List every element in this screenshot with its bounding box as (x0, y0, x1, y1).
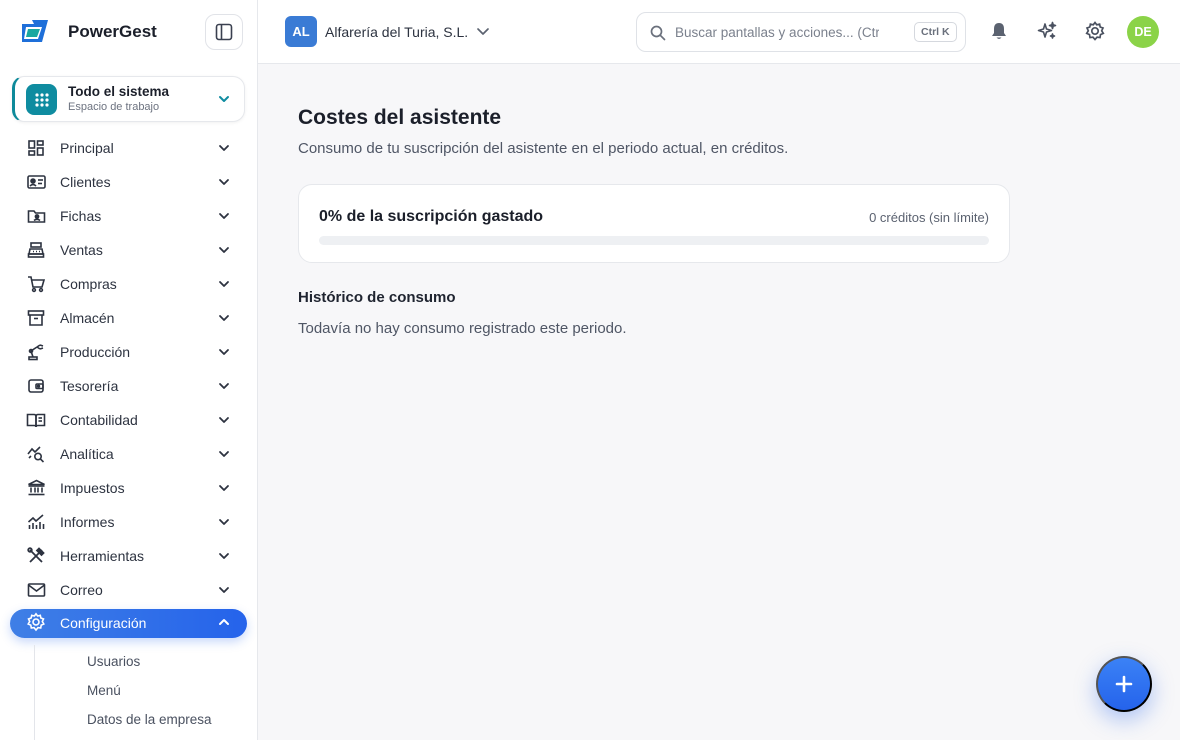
apps-grid-icon (26, 84, 57, 115)
usage-card: 0% de la suscripción gastado 0 créditos … (298, 184, 1010, 263)
sidebar-item-label: Configuración (60, 615, 147, 631)
page-subtitle: Consumo de tu suscripción del asistente … (298, 140, 789, 157)
workspace-title: Todo el sistema (68, 84, 170, 99)
sidebar-item-label: Fichas (60, 208, 102, 224)
company-avatar: AL (285, 16, 317, 47)
sidebar-item-almacen[interactable]: Almacén (0, 301, 258, 335)
sidebar-item-label: Ventas (60, 242, 103, 258)
bell-icon[interactable] (988, 20, 1010, 42)
sidebar-item-label: Almacén (60, 310, 115, 326)
history-title: Histórico de consumo (298, 289, 456, 306)
id-card-icon (26, 173, 46, 191)
chevron-down-icon (219, 315, 229, 321)
chevron-down-icon (219, 213, 229, 219)
topbar: AL Alfarería del Turia, S.L. Buscar pant… (258, 0, 1180, 64)
sidebar-item-configuracion[interactable]: Configuración (0, 607, 258, 641)
chevron-down-icon (219, 553, 229, 559)
open-book-icon (26, 411, 46, 429)
gear-icon (26, 612, 46, 632)
sidebar-item-ventas[interactable]: Ventas (0, 233, 258, 267)
sidebar-item-label: Principal (60, 140, 114, 156)
sidebar-item-label: Informes (60, 514, 115, 530)
add-button[interactable] (1096, 656, 1152, 712)
chevron-down-icon (219, 179, 229, 185)
chevron-down-icon (219, 417, 229, 423)
bar-chart-icon (26, 513, 46, 531)
sidebar-item-label: Impuestos (60, 480, 125, 496)
credits-value: 0 créditos (sin límite) (869, 210, 989, 225)
history-empty-message: Todavía no hay consumo registrado este p… (298, 320, 627, 337)
sidebar-item-produccion[interactable]: Producción (0, 335, 258, 369)
mail-icon (26, 581, 46, 599)
workspace-subtitle: Espacio de trabajo (68, 101, 160, 113)
sidebar-item-fichas[interactable]: Fichas (0, 199, 258, 233)
chevron-down-icon (219, 145, 229, 151)
submenu-item-usuarios[interactable]: Usuarios (87, 654, 140, 669)
chevron-up-icon (219, 619, 229, 625)
sidebar: PowerGest Todo el sistema Espacio de tra… (0, 0, 258, 740)
sidebar-item-impuestos[interactable]: Impuestos (0, 471, 258, 505)
sidebar-item-label: Producción (60, 344, 131, 360)
chevron-down-icon (219, 281, 229, 287)
brand-name: PowerGest (68, 22, 157, 41)
chevron-down-icon (219, 383, 229, 389)
sidebar-item-principal[interactable]: Principal (0, 131, 258, 165)
ai-sparkle-icon[interactable] (1036, 20, 1058, 42)
sidebar-item-label: Contabilidad (60, 412, 138, 428)
robot-arm-icon (26, 343, 46, 361)
sidebar-item-clientes[interactable]: Clientes (0, 165, 258, 199)
chevron-down-icon (219, 587, 229, 593)
chevron-down-icon (219, 485, 229, 491)
brand: PowerGest (0, 0, 258, 64)
tools-icon (26, 547, 46, 565)
search-input[interactable]: Buscar pantallas y acciones... (Ctrl+K) … (636, 12, 966, 52)
chevron-down-icon (219, 349, 229, 355)
plus-icon (1115, 675, 1133, 693)
sidebar-item-tesoreria[interactable]: Tesorería (0, 369, 258, 403)
collapse-sidebar-button[interactable] (205, 14, 243, 50)
sidebar-item-label: Analítica (60, 446, 114, 462)
workspace-selector[interactable]: Todo el sistema Espacio de trabajo (12, 76, 245, 122)
page-title: Costes del asistente (298, 106, 502, 129)
folder-user-icon (26, 207, 46, 225)
search-icon (650, 25, 666, 41)
settings-gear-icon[interactable] (1084, 20, 1106, 42)
sidebar-item-label: Tesorería (60, 378, 119, 394)
chevron-down-icon (219, 96, 229, 102)
user-avatar[interactable]: DE (1127, 16, 1159, 48)
sidebar-toggle-icon (215, 23, 233, 41)
sidebar-item-label: Correo (60, 582, 103, 598)
chevron-down-icon (219, 247, 229, 253)
chevron-down-icon (219, 519, 229, 525)
submenu-item-datos-empresa[interactable]: Datos de la empresa (87, 712, 212, 727)
cart-icon (26, 275, 46, 293)
sidebar-item-informes[interactable]: Informes (0, 505, 258, 539)
sidebar-item-contabilidad[interactable]: Contabilidad (0, 403, 258, 437)
sidebar-item-label: Herramientas (60, 548, 145, 564)
cash-register-icon (26, 241, 46, 259)
configuracion-submenu: Usuarios Menú Datos de la empresa (34, 645, 258, 740)
bank-icon (26, 479, 46, 497)
keyboard-shortcut-badge: Ctrl K (914, 22, 957, 42)
sidebar-item-label: Compras (60, 276, 117, 292)
sidebar-item-correo[interactable]: Correo (0, 573, 258, 607)
dashboard-icon (26, 139, 46, 157)
sidebar-item-label: Clientes (60, 174, 111, 190)
main-nav: Principal Clientes Fichas Ventas Compras… (0, 131, 258, 641)
search-placeholder: Buscar pantallas y acciones... (Ctrl+K) (675, 25, 879, 40)
submenu-item-menu[interactable]: Menú (87, 683, 121, 698)
sidebar-item-compras[interactable]: Compras (0, 267, 258, 301)
usage-label: 0% de la suscripción gastado (319, 208, 544, 225)
archive-box-icon (26, 309, 46, 327)
powergest-logo-icon[interactable] (18, 18, 52, 44)
sidebar-item-analitica[interactable]: Analítica (0, 437, 258, 471)
chevron-down-icon (477, 28, 489, 35)
usage-progress-bar (319, 236, 989, 245)
wallet-icon (26, 377, 46, 395)
company-name: Alfarería del Turia, S.L. (325, 24, 469, 40)
chevron-down-icon (219, 451, 229, 457)
trend-search-icon (26, 445, 46, 463)
sidebar-item-herramientas[interactable]: Herramientas (0, 539, 258, 573)
